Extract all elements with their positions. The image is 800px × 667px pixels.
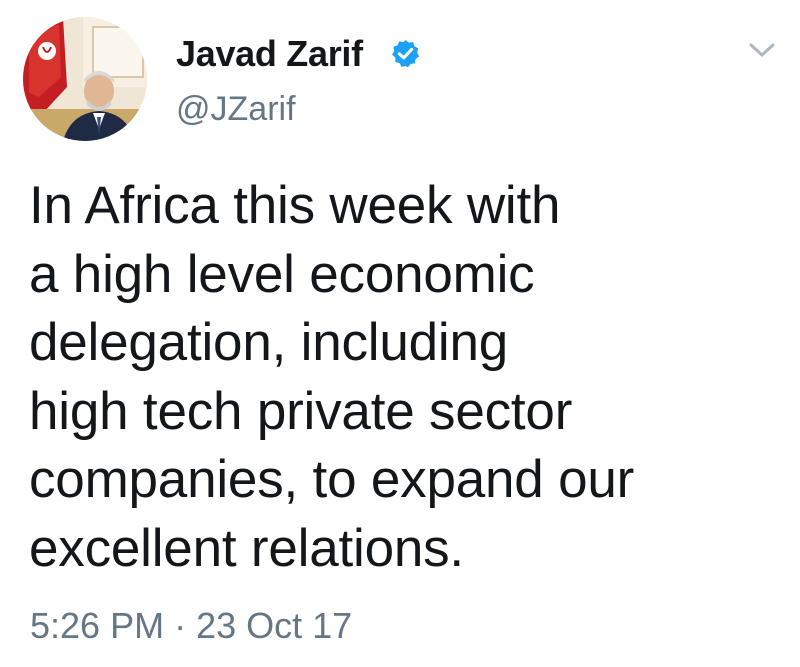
tweet-text: In Africa this week with a high level ec… [29, 172, 769, 583]
tweet-text-line: In Africa this week with [29, 176, 561, 235]
display-name[interactable]: Javad Zarif [176, 32, 363, 76]
tweet-text-line: a high level economic [29, 244, 535, 304]
tweet-card: Javad Zarif @JZarif In Africa this week … [0, 0, 800, 667]
user-handle[interactable]: @JZarif [176, 88, 296, 130]
tweet-text-line: high tech private sector [29, 381, 573, 441]
tweet-text-line: companies, to expand our [29, 450, 635, 509]
tweet-text-line: delegation, including [29, 313, 509, 372]
tweet-date: 23 Oct 17 [196, 605, 353, 646]
timestamp-separator: · [174, 605, 187, 646]
tweet-text-line: excellent relations. [29, 518, 464, 578]
avatar[interactable] [23, 17, 147, 141]
avatar-image [23, 17, 147, 141]
tweet-timestamp[interactable]: 5:26 PM · 23 Oct 17 [30, 604, 352, 648]
chevron-down-icon[interactable] [748, 40, 776, 60]
verified-badge-icon [392, 39, 420, 68]
tweet-time: 5:26 PM [30, 605, 165, 646]
